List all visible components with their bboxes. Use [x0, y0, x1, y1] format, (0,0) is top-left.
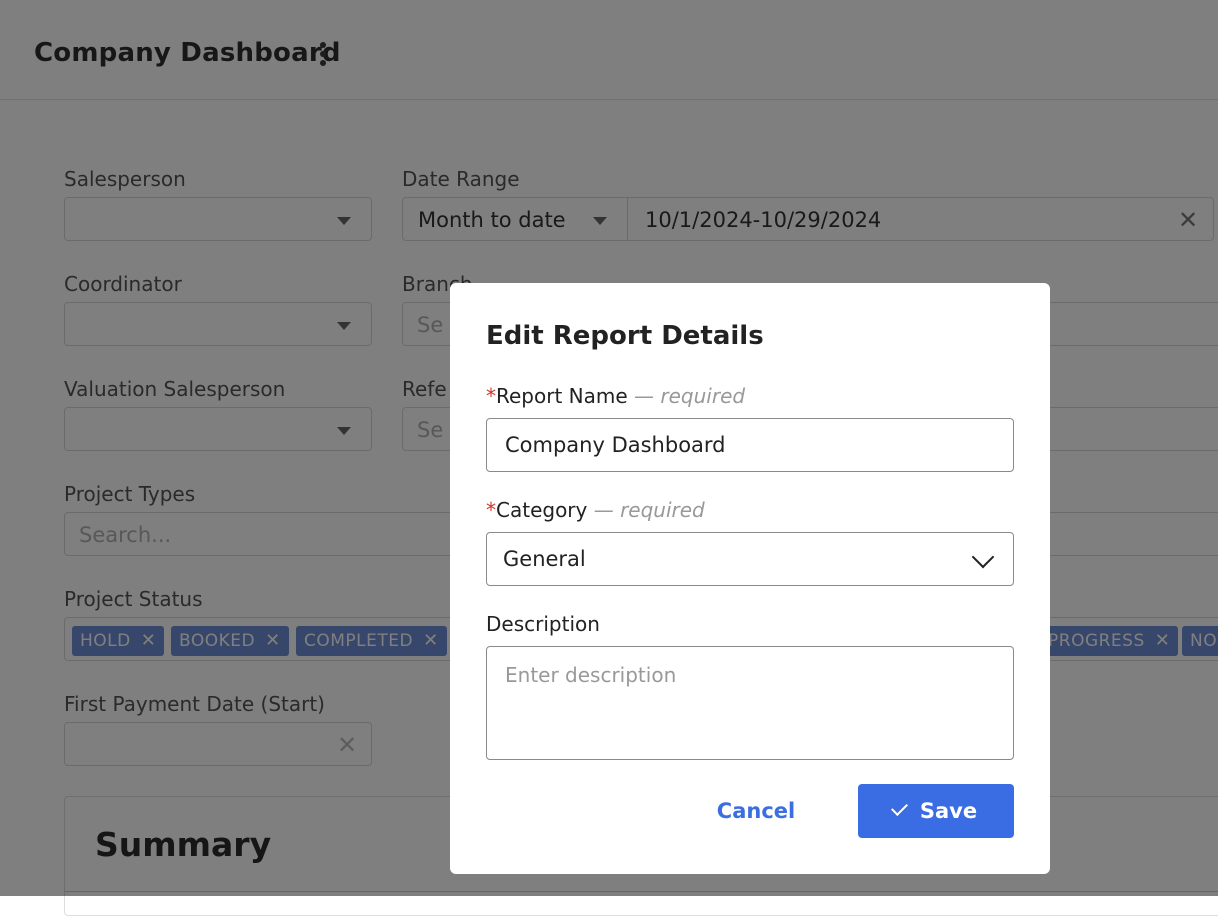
required-asterisk: *: [486, 498, 496, 522]
check-icon: [890, 799, 908, 816]
description-label: Description: [486, 612, 600, 636]
cancel-button[interactable]: Cancel: [706, 784, 806, 838]
category-value: General: [503, 547, 586, 571]
modal-title: Edit Report Details: [486, 321, 764, 351]
report-name-label: *Report Name — required: [486, 384, 746, 408]
report-name-value: Company Dashboard: [505, 433, 726, 457]
required-asterisk: *: [486, 384, 496, 408]
chevron-down-icon: [971, 545, 995, 569]
category-select[interactable]: General: [486, 532, 1014, 586]
report-name-input[interactable]: Company Dashboard: [486, 418, 1014, 472]
edit-report-modal: Edit Report Details *Report Name — requi…: [450, 283, 1050, 874]
description-textarea[interactable]: Enter description: [486, 646, 1014, 760]
required-hint: — required: [593, 498, 705, 522]
required-hint: — required: [634, 384, 746, 408]
save-button[interactable]: Save: [858, 784, 1014, 838]
description-placeholder: Enter description: [505, 663, 677, 687]
category-label: *Category — required: [486, 498, 705, 522]
